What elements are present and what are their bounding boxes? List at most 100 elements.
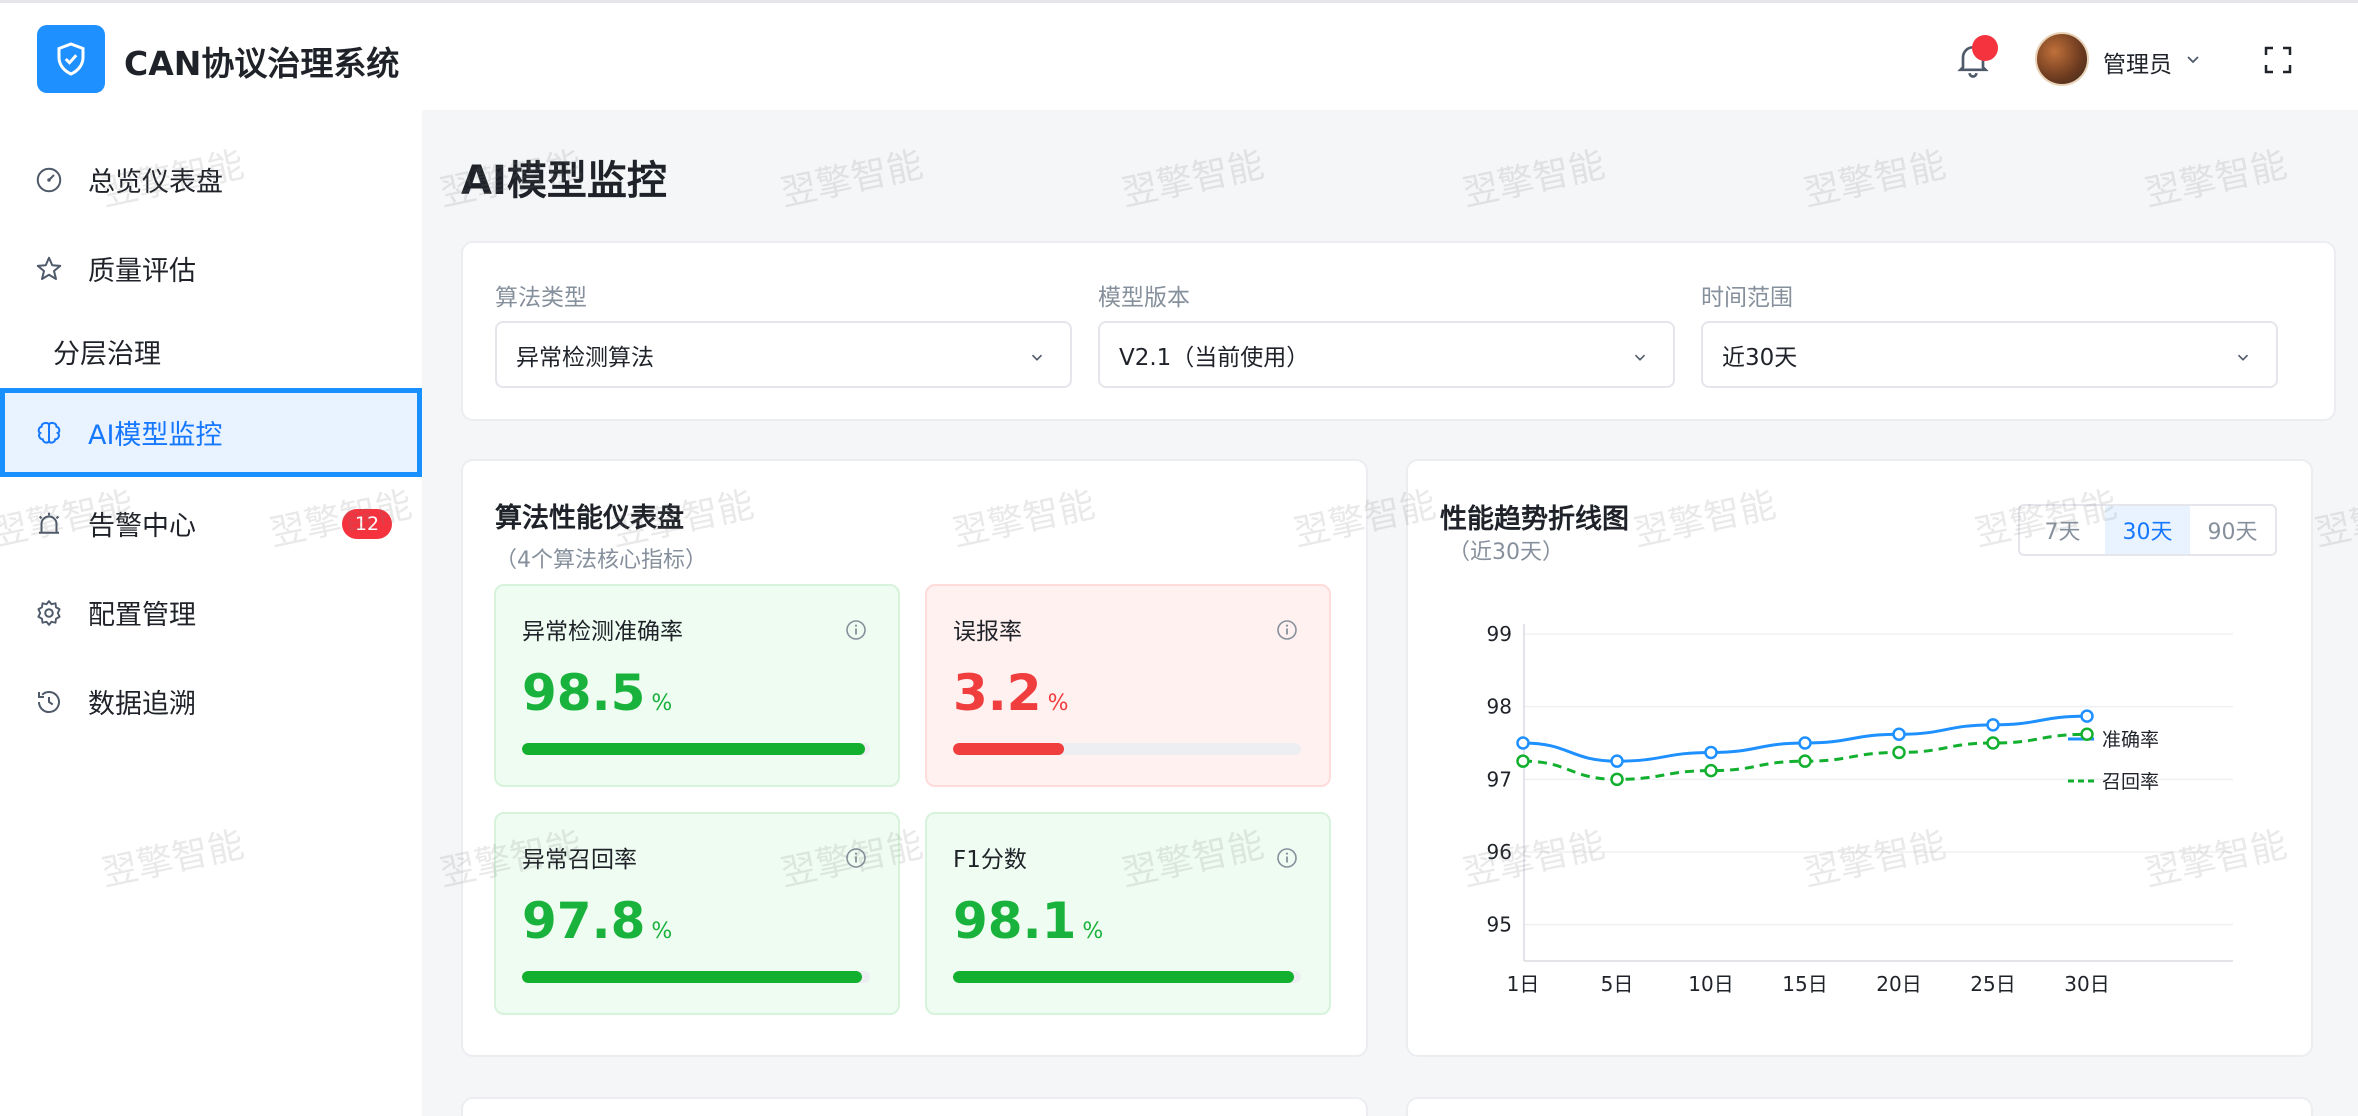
sidebar-item-config[interactable]: 配置管理 <box>0 568 422 657</box>
series-point-0 <box>1704 745 1718 760</box>
watermark-text: 翌擎智能 <box>1800 144 1950 215</box>
chevron-down-icon <box>2234 346 2252 364</box>
metric-value: 3.2% <box>953 664 1069 722</box>
series-point-0 <box>1986 718 2000 732</box>
shield-check-icon <box>37 25 105 93</box>
bottom-card-left <box>461 1097 1368 1116</box>
version-value: V2.1（当前使用） <box>1119 344 1310 371</box>
star-icon <box>34 254 64 284</box>
chevron-down-icon <box>1631 346 1649 364</box>
card-subtitle: （4个算法核心指标） <box>495 548 707 573</box>
y-tick-label: 96 <box>1487 840 1512 864</box>
y-tick-label: 97 <box>1487 767 1512 791</box>
trend-line-chart: 95 96 97 98 99 1日 5日 10日 15日 20日 25日 30日 准确率召回率 <box>1487 622 2233 996</box>
x-tick-label: 25日 <box>1970 972 2015 996</box>
avatar[interactable] <box>2035 32 2089 86</box>
info-icon[interactable] <box>1275 618 1299 642</box>
user-name[interactable]: 管理员 <box>2103 45 2172 79</box>
watermark-text: 翌擎智能 <box>777 144 927 215</box>
algorithm-select[interactable]: 异常检测算法 <box>495 321 1072 388</box>
time-label: 时间范围 <box>1701 285 1793 311</box>
sidebar-item-label: 总览仪表盘 <box>88 167 223 198</box>
x-tick-label: 5日 <box>1601 972 1634 996</box>
metric-card-accuracy: 异常检测准确率 98.5% <box>494 584 900 787</box>
watermark-text: 翌擎智能 <box>1118 144 1268 215</box>
metric-card-f1: F1分数 98.1% <box>925 812 1331 1015</box>
metric-label: 异常检测准确率 <box>522 619 683 645</box>
sidebar-item-ai-monitor[interactable]: AI模型监控 <box>0 388 422 477</box>
brain-icon <box>34 418 64 448</box>
sidebar-item-trace[interactable]: 数据追溯 <box>0 657 422 746</box>
info-icon[interactable] <box>844 846 868 870</box>
metric-card-false-positive: 误报率 3.2% <box>925 584 1331 787</box>
range-7d-button[interactable]: 7天 <box>2020 506 2105 554</box>
x-tick-label: 30日 <box>2064 972 2109 996</box>
time-value: 近30天 <box>1722 344 1798 371</box>
x-tick-label: 10日 <box>1688 972 1733 996</box>
alert-count-badge: 12 <box>342 509 392 539</box>
series-point-1 <box>1798 754 1812 768</box>
alarm-icon <box>34 509 64 539</box>
fullscreen-icon[interactable] <box>2263 45 2293 75</box>
range-30d-button[interactable]: 30天 <box>2105 506 2190 554</box>
gear-icon <box>34 598 64 628</box>
series-point-0 <box>2080 709 2094 723</box>
dashboard-icon <box>34 165 64 195</box>
y-tick-label: 98 <box>1487 695 1512 719</box>
series-point-0 <box>1610 754 1624 768</box>
series-point-0 <box>1798 736 1812 750</box>
sidebar: 总览仪表盘 质量评估 分层治理 AI模型监控 告警中心 12 配置管理 数据追溯 <box>0 110 422 1116</box>
series-point-1 <box>1704 763 1718 778</box>
legend-label: 准确率 <box>2102 729 2159 751</box>
progress-bar <box>522 743 870 755</box>
card-subtitle: （近30天） <box>1448 540 1564 565</box>
series-point-1 <box>2080 727 2094 742</box>
info-icon[interactable] <box>1275 846 1299 870</box>
metric-card-recall: 异常召回率 97.8% <box>494 812 900 1015</box>
top-header: CAN协议治理系统 管理员 <box>0 0 2358 110</box>
x-tick-label: 1日 <box>1507 972 1540 996</box>
sidebar-item-label: 质量评估 <box>88 256 196 287</box>
sidebar-item-quality[interactable]: 质量评估 <box>0 224 422 313</box>
filter-panel: 算法类型 异常检测算法 模型版本 V2.1（当前使用） 时间范围 近30天 <box>461 241 2336 421</box>
metric-label: F1分数 <box>953 847 1027 873</box>
sidebar-item-alerts[interactable]: 告警中心 12 <box>0 479 422 568</box>
history-icon <box>34 687 64 717</box>
watermark-text: 翌擎智能 <box>2311 484 2358 555</box>
info-icon[interactable] <box>844 618 868 642</box>
algorithm-label: 算法类型 <box>495 285 587 311</box>
y-tick-label: 95 <box>1487 913 1512 937</box>
chevron-down-icon[interactable] <box>2183 49 2203 69</box>
series-point-1 <box>1516 754 1530 768</box>
card-title: 性能趋势折线图 <box>1440 504 1629 535</box>
sidebar-item-label: 分层治理 <box>53 339 161 370</box>
app-title: CAN协议治理系统 <box>124 44 400 83</box>
metric-value: 98.1% <box>953 892 1104 950</box>
trend-chart-card: 性能趋势折线图 （近30天） 7天 30天 90天 95 96 97 98 99 1日 5日… <box>1406 459 2313 1057</box>
sidebar-item-layered[interactable]: 分层治理 <box>0 307 422 396</box>
metric-value: 98.5% <box>522 664 673 722</box>
series-point-0 <box>1892 727 1906 742</box>
series-point-1 <box>1892 745 1906 760</box>
series-point-1 <box>1986 736 2000 750</box>
bottom-card-right <box>1406 1097 2313 1116</box>
series-point-0 <box>1516 736 1530 750</box>
chevron-down-icon <box>1028 346 1046 364</box>
x-tick-label: 15日 <box>1782 972 1827 996</box>
progress-bar <box>522 971 870 983</box>
watermark-text: 翌擎智能 <box>1459 144 1609 215</box>
legend-label: 召回率 <box>2102 771 2159 793</box>
sidebar-item-label: 告警中心 <box>88 511 196 542</box>
algorithm-value: 异常检测算法 <box>516 344 654 371</box>
watermark-text: 翌擎智能 <box>2141 144 2291 215</box>
range-toggle: 7天 30天 90天 <box>2018 504 2277 556</box>
x-tick-label: 20日 <box>1876 972 1921 996</box>
performance-dashboard-card: 算法性能仪表盘 （4个算法核心指标） 异常检测准确率 98.5% 误报率 3.2… <box>461 459 1368 1057</box>
sidebar-item-label: AI模型监控 <box>88 420 223 451</box>
range-90d-button[interactable]: 90天 <box>2190 506 2275 554</box>
sidebar-item-dashboard[interactable]: 总览仪表盘 <box>0 135 422 224</box>
version-label: 模型版本 <box>1098 285 1190 311</box>
y-tick-label: 99 <box>1487 622 1512 646</box>
version-select[interactable]: V2.1（当前使用） <box>1098 321 1675 388</box>
time-select[interactable]: 近30天 <box>1701 321 2278 388</box>
